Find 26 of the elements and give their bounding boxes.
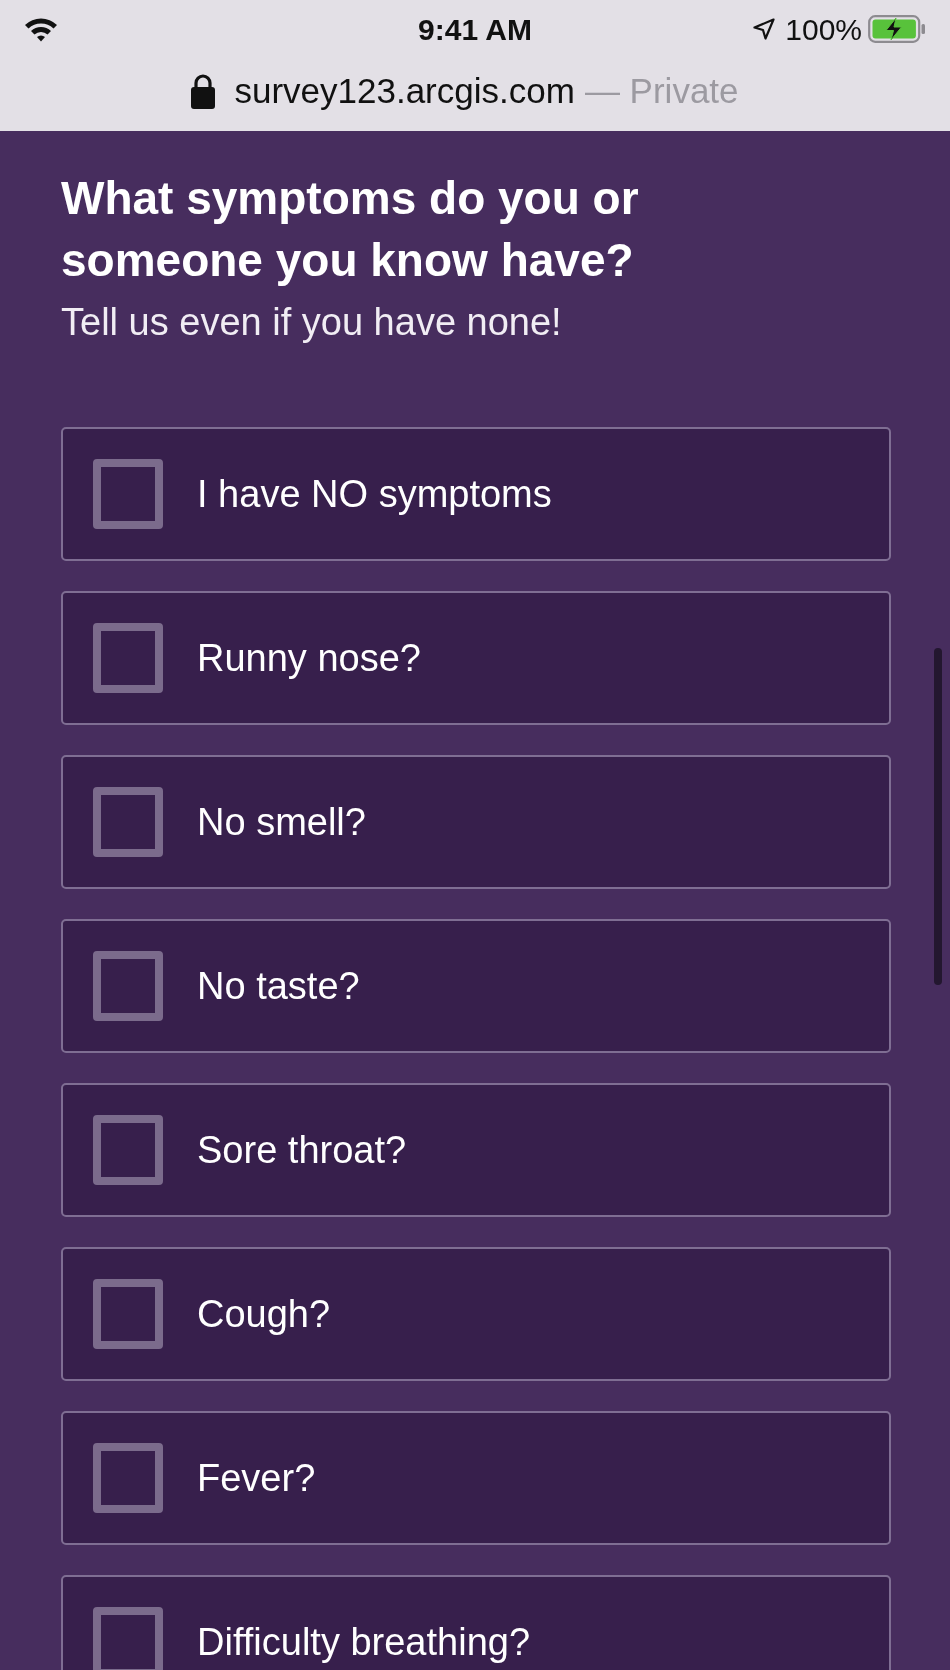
option-label: No taste? bbox=[197, 965, 360, 1007]
private-mode-label: — Private bbox=[584, 69, 739, 112]
location-arrow-icon bbox=[753, 18, 776, 40]
option-label: Fever? bbox=[197, 1457, 316, 1499]
status-time: 9:41 AM bbox=[418, 11, 532, 48]
checkbox[interactable] bbox=[93, 1607, 163, 1670]
battery-percentage: 100% bbox=[785, 11, 862, 48]
option-label: Runny nose? bbox=[197, 637, 421, 679]
checkbox[interactable] bbox=[93, 1115, 163, 1185]
wifi-icon bbox=[24, 16, 58, 42]
option-label: No smell? bbox=[197, 801, 366, 843]
battery-charging-icon bbox=[868, 15, 926, 43]
page-address[interactable]: survey123.arcgis.com bbox=[234, 64, 575, 118]
question-hint: Tell us even if you have none! bbox=[61, 300, 563, 345]
question-title: What symptoms do you or someone you know have? bbox=[61, 171, 640, 288]
checkbox[interactable] bbox=[93, 623, 163, 693]
option-label: Sore throat? bbox=[197, 1129, 407, 1171]
option-label: I have NO symptoms bbox=[197, 473, 552, 515]
checkbox[interactable] bbox=[93, 1279, 163, 1349]
option-label: Difficulty breathing? bbox=[197, 1621, 531, 1663]
option-label: Cough? bbox=[197, 1293, 331, 1335]
lock-icon bbox=[191, 73, 216, 109]
checkbox[interactable] bbox=[93, 787, 163, 857]
checkbox[interactable] bbox=[93, 951, 163, 1021]
checkbox[interactable] bbox=[93, 459, 163, 529]
checkbox[interactable] bbox=[93, 1443, 163, 1513]
